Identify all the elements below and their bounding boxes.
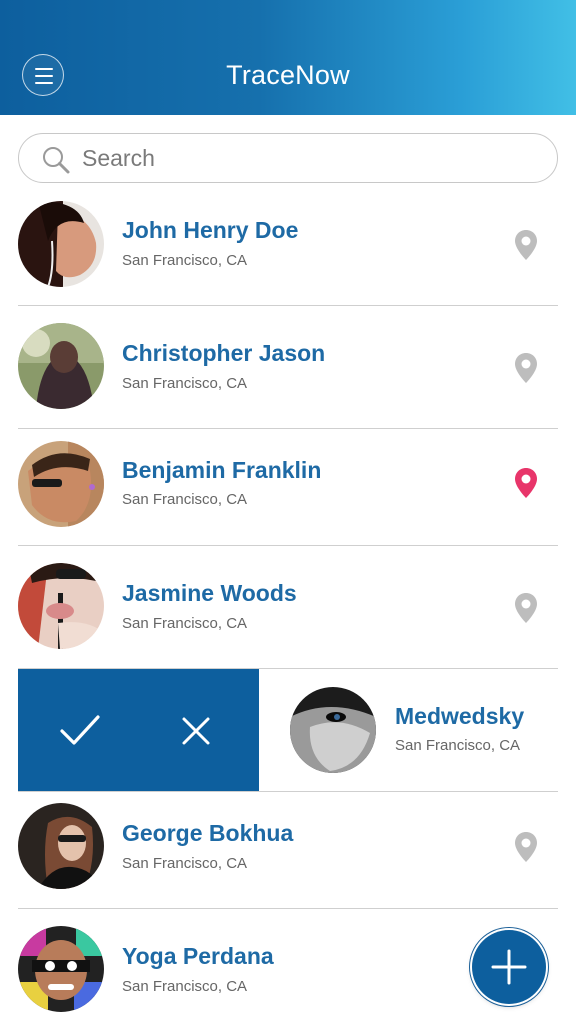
location-pin-icon[interactable] (514, 229, 538, 261)
divider (18, 305, 558, 306)
contact-location: San Francisco, CA (122, 615, 248, 632)
search-icon (43, 147, 70, 174)
avatar (18, 201, 104, 287)
contact-row[interactable]: Benjamin Franklin San Francisco, CA (0, 429, 576, 551)
avatar (18, 323, 104, 409)
contact-name: John Henry Doe (122, 217, 299, 243)
contact-name: Benjamin Franklin (122, 457, 322, 483)
search-placeholder: Search (82, 145, 155, 171)
location-pin-icon[interactable] (514, 831, 538, 863)
location-pin-icon[interactable] (514, 352, 538, 384)
avatar (18, 803, 104, 889)
checkmark-icon (60, 715, 100, 745)
avatar (290, 687, 376, 773)
reject-button[interactable] (138, 669, 258, 791)
accept-button[interactable] (18, 669, 138, 791)
contact-location: San Francisco, CA (122, 855, 248, 872)
contact-location: San Francisco, CA (122, 252, 248, 269)
contact-row[interactable]: John Henry Doe San Francisco, CA (0, 184, 576, 306)
divider (18, 908, 558, 909)
location-pin-icon[interactable] (514, 467, 538, 499)
contact-location: San Francisco, CA (395, 737, 521, 754)
location-pin-icon[interactable] (514, 592, 538, 624)
contact-location: San Francisco, CA (122, 978, 248, 995)
add-contact-button[interactable] (472, 930, 546, 1004)
plus-icon (491, 949, 527, 985)
close-icon (182, 717, 210, 745)
avatar (18, 563, 104, 649)
avatar (18, 926, 104, 1012)
app-header: TraceNow (0, 0, 576, 115)
app-title: TraceNow (226, 60, 350, 90)
contact-name: Yoga Perdana (122, 943, 274, 969)
contact-row[interactable]: Jasmine Woods San Francisco, CA (0, 547, 576, 669)
contact-location: San Francisco, CA (122, 375, 248, 392)
contact-name: George Bokhua (122, 820, 294, 846)
avatar (18, 441, 104, 527)
contact-name: Medwedsky (395, 703, 525, 729)
contact-location: San Francisco, CA (122, 491, 248, 508)
contact-name: Jasmine Woods (122, 580, 297, 606)
divider (18, 545, 558, 546)
contact-row[interactable]: George Bokhua San Francisco, CA (0, 787, 576, 909)
contact-row[interactable]: Christopher Jason San Francisco, CA (0, 307, 576, 429)
contact-row-swiped[interactable]: Medwedsky San Francisco, CA (259, 669, 576, 791)
contact-name: Christopher Jason (122, 340, 326, 366)
swipe-actions-panel (18, 669, 259, 791)
search-input[interactable]: Search (18, 133, 558, 183)
